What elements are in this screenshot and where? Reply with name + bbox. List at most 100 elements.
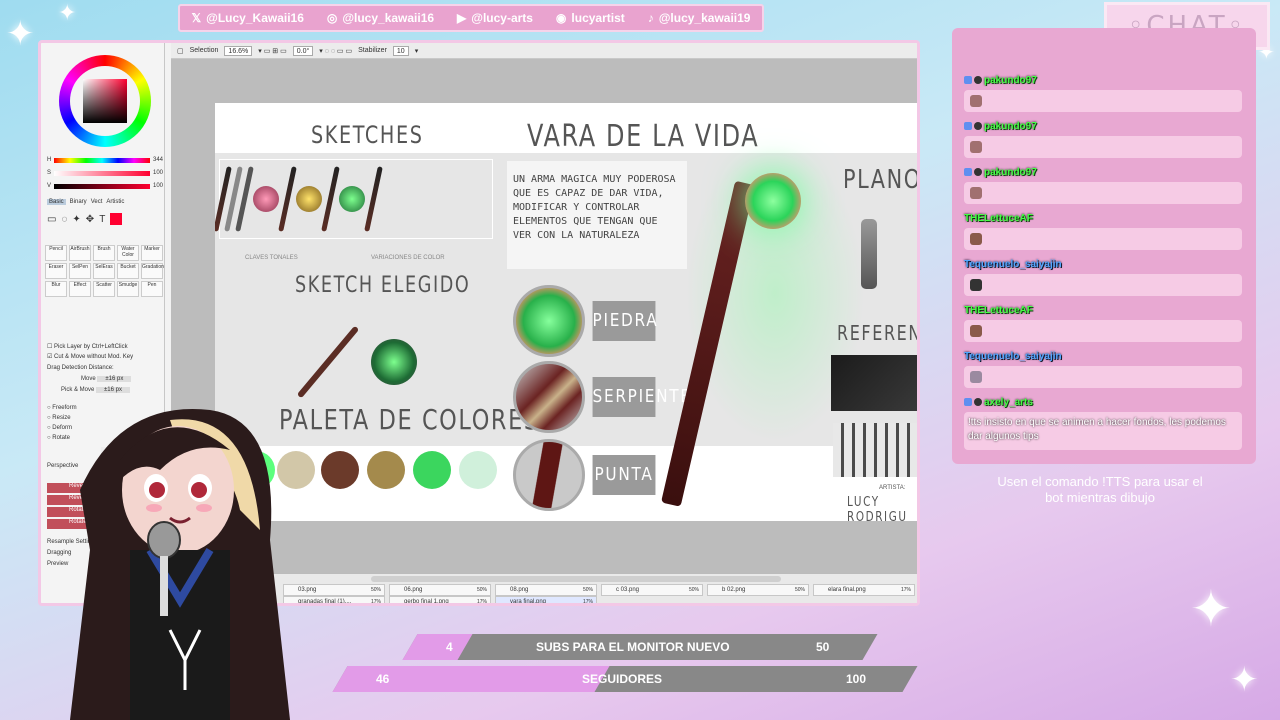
color-square[interactable]: [83, 79, 127, 123]
tool-effect[interactable]: Effect: [69, 281, 91, 297]
app-toolbar: ▢ Selection 16.6% ▾ ▭ ⊞ ▭ 0.0° ▾ ◌ ◌ ▭ ▭…: [171, 43, 917, 59]
palette-swatch: [459, 451, 497, 489]
sketch-item: [296, 186, 322, 212]
rotation-field[interactable]: 0.0°: [292, 45, 314, 56]
move-distance[interactable]: Move ±16 px: [81, 376, 132, 382]
claves-label: CLAVES TONALES: [245, 255, 298, 261]
paleta-title: PALETA DE COLORES: [279, 403, 540, 436]
description-box: Un arma magica muy poderosa que es capaz…: [507, 161, 687, 269]
tiktok-icon: ♪: [647, 11, 654, 25]
chat-username: Tequenuelo_saiyajin: [964, 258, 1062, 270]
hue-slider[interactable]: H 344: [47, 155, 163, 165]
social-youtube[interactable]: ▶ @lucy-arts: [457, 11, 533, 25]
file-tab[interactable]: b 02.png 50%: [707, 584, 809, 596]
tool-blur[interactable]: Blur: [45, 281, 67, 297]
tab-vect[interactable]: Vect: [91, 199, 103, 205]
social-tiktok[interactable]: ♪ @lucy_kawaii19: [648, 11, 751, 25]
tool-selpen[interactable]: SelPen: [69, 263, 91, 279]
social-discord[interactable]: ◉ lucyartist: [556, 11, 625, 25]
tool-eraser[interactable]: Eraser: [45, 263, 67, 279]
x-icon: 𝕏: [191, 11, 202, 25]
palette-swatch: [413, 451, 451, 489]
file-tab[interactable]: elara final.png 17%: [813, 584, 915, 596]
sub-badge-icon: [964, 76, 972, 84]
sketch-elegido-title: SKETCH ELEGIDO: [295, 273, 471, 298]
toolbar-icon[interactable]: ▢: [177, 47, 184, 55]
sparkle-decoration: ✦: [6, 15, 35, 53]
tool-airbrush[interactable]: AirBrush: [69, 245, 91, 261]
part-punta-image: [513, 439, 585, 511]
goal-progress-fill: [332, 666, 610, 692]
saturation-slider[interactable]: S 100: [47, 168, 163, 178]
file-tab-active[interactable]: vara final.png 17%: [495, 596, 597, 603]
selection-tool-label[interactable]: Selection: [190, 47, 219, 54]
tab-binary[interactable]: Binary: [70, 199, 87, 205]
tab-artistic[interactable]: Artistic: [106, 199, 124, 205]
sketches-row: [215, 159, 493, 239]
emote-icon: [970, 279, 982, 291]
option-cut-move[interactable]: ☑ Cut & Move without Mod. Key: [47, 353, 133, 360]
option-pick-layer[interactable]: ☐ Pick Layer by Ctrl+LeftClick: [47, 343, 128, 350]
social-x[interactable]: 𝕏 @Lucy_Kawaii16: [191, 11, 303, 25]
current-color-swatch[interactable]: [110, 213, 123, 225]
move-icon[interactable]: ✥: [86, 214, 94, 225]
sketches-title: SKETCHES: [311, 121, 424, 149]
tool-gradation[interactable]: Gradation: [141, 263, 164, 279]
rotation-controls[interactable]: ▾ ◌ ◌ ▭ ▭: [319, 47, 352, 55]
text-icon[interactable]: T: [99, 214, 105, 225]
planos-title: PLANOS: [843, 165, 920, 195]
lasso-icon[interactable]: ◌: [61, 214, 67, 225]
zoom-controls[interactable]: ▾ ▭ ⊞ ▭: [258, 47, 286, 55]
palette-swatch: [367, 451, 405, 489]
tool-brush[interactable]: Brush: [93, 245, 115, 261]
tab-basic[interactable]: Basic: [47, 199, 66, 205]
goal-bar-subs: 4 SUBS PARA EL MONITOR NUEVO 50: [402, 634, 878, 660]
chat-username: THELettuceAF: [964, 304, 1033, 316]
badge-icon: [974, 398, 982, 406]
artist-name: LUCY RODRIGU: [847, 495, 908, 521]
horizontal-scrollbar[interactable]: [371, 576, 781, 582]
artist-label: ARTISTA:: [879, 485, 906, 491]
reference-image: [831, 355, 917, 411]
file-tab[interactable]: gerbo final 1.png 17%: [389, 596, 491, 603]
sparkle-decoration: ✦: [1230, 661, 1259, 699]
zoom-field[interactable]: 16.6%: [224, 45, 253, 56]
sparkle-decoration: ✦: [1190, 581, 1232, 637]
color-wheel[interactable]: [59, 55, 151, 147]
tool-pen[interactable]: Pen: [141, 281, 163, 297]
youtube-icon: ▶: [457, 11, 467, 25]
sketch-item: [321, 166, 340, 232]
file-tab[interactable]: 06.png 50%: [389, 584, 491, 596]
file-tab[interactable]: c 03.png 50%: [601, 584, 703, 596]
stabilizer-label: Stabilizer: [358, 47, 387, 54]
artwork-canvas[interactable]: SKETCHES VARA DE LA VIDA PLANOS CLAVES T…: [215, 103, 920, 521]
tool-smudge[interactable]: Smudge: [117, 281, 139, 297]
tool-bucket[interactable]: Bucket: [117, 263, 139, 279]
magic-wand-icon[interactable]: ✦: [72, 214, 80, 225]
tool-marker[interactable]: Marker: [141, 245, 163, 261]
chat-username: pakundo97: [984, 120, 1037, 132]
chosen-sketch-gem: [371, 339, 417, 385]
badge-icon: [974, 76, 982, 84]
file-tab[interactable]: 08.png 50%: [495, 584, 597, 596]
emote-icon: [970, 95, 982, 107]
staff-gem: [745, 173, 801, 229]
value-slider[interactable]: V 100: [47, 181, 163, 191]
chat-message-text: !tts insisto en que se animen a hacer fo…: [964, 412, 1242, 450]
stabilizer-field[interactable]: 10: [392, 45, 409, 56]
chat-username: Tequenuelo_saiyajin: [964, 350, 1062, 362]
tool-scatter[interactable]: Scatter: [93, 281, 115, 297]
sub-badge-icon: [964, 168, 972, 176]
part-piedra-image: [513, 285, 585, 357]
tool-seleras[interactable]: SelEras: [93, 263, 115, 279]
emote-icon: [970, 187, 982, 199]
chat-username: axely_arts: [984, 396, 1033, 408]
select-icon[interactable]: ▭: [47, 214, 56, 225]
social-instagram[interactable]: ◎ @lucy_kawaii16: [327, 11, 434, 25]
tool-water-color[interactable]: Water Color: [117, 245, 139, 261]
pick-move-distance[interactable]: Pick & Move ±16 px: [61, 387, 130, 393]
reference-image: [833, 423, 917, 477]
discord-icon: ◉: [555, 11, 567, 25]
tool-pencil[interactable]: Pencil: [45, 245, 67, 261]
stabilizer-dropdown-icon[interactable]: ▾: [415, 47, 419, 55]
